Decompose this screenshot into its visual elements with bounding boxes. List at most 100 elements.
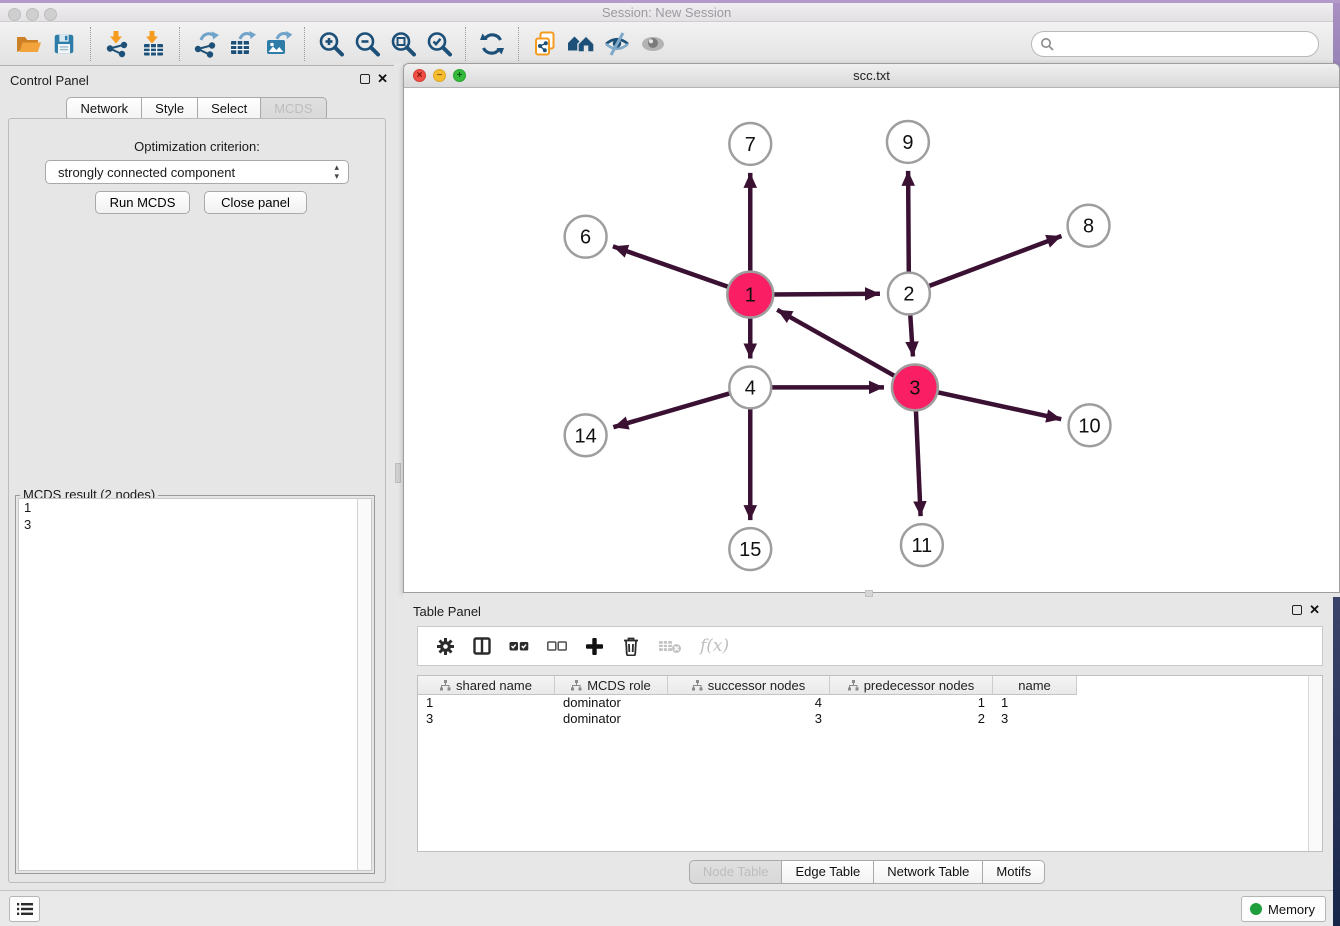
export-image-icon[interactable] xyxy=(260,26,296,62)
tab-motifs[interactable]: Motifs xyxy=(982,860,1045,884)
nested-network-icon[interactable] xyxy=(563,26,599,62)
open-session-icon[interactable] xyxy=(10,26,46,62)
graph-edge-2-3[interactable] xyxy=(910,313,913,357)
network-graph[interactable]: 7 9 6 8 1 2 4 3 14 10 15 11 xyxy=(404,88,1339,592)
hide-selected-icon[interactable] xyxy=(599,26,635,62)
close-panel-icon[interactable]: ✕ xyxy=(1309,602,1320,618)
table-cell[interactable]: 3 xyxy=(993,711,1077,727)
search-box[interactable] xyxy=(1031,31,1319,57)
column-type-icon xyxy=(692,680,703,691)
network-view-window: × − + scc.txt 7 9 6 8 1 2 4 3 14 10 15 11 xyxy=(403,63,1340,593)
graph-edge-3-1[interactable] xyxy=(777,310,896,377)
column-label: predecessor nodes xyxy=(864,678,975,693)
graph-edge-1-2[interactable] xyxy=(771,294,880,295)
splitter-handle[interactable] xyxy=(865,590,873,597)
mcds-result-list[interactable]: 13 xyxy=(18,498,372,871)
table-cell[interactable]: 1 xyxy=(993,695,1077,711)
result-scrollbar[interactable] xyxy=(357,499,371,870)
import-network-icon[interactable] xyxy=(99,26,135,62)
graph-node-8[interactable]: 8 xyxy=(1068,205,1110,247)
show-all-icon[interactable] xyxy=(635,26,671,62)
graph-node-14[interactable]: 14 xyxy=(565,414,607,456)
mcds-tab-content: Optimization criterion: strongly connect… xyxy=(8,118,386,883)
table-cell[interactable]: 4 xyxy=(668,695,830,711)
export-table-icon[interactable] xyxy=(224,26,260,62)
app-titlebar[interactable]: Session: New Session xyxy=(0,3,1333,22)
mcds-result-item[interactable]: 3 xyxy=(19,516,371,533)
column-header-shared-name[interactable]: shared name xyxy=(418,676,555,695)
graph-node-7[interactable]: 7 xyxy=(729,123,771,165)
export-network-icon[interactable] xyxy=(188,26,224,62)
tab-network-table[interactable]: Network Table xyxy=(873,860,983,884)
table-cell[interactable]: 3 xyxy=(418,711,555,727)
close-panel-button[interactable]: Close panel xyxy=(204,191,307,214)
column-label: successor nodes xyxy=(708,678,806,693)
table-cell[interactable]: 1 xyxy=(418,695,555,711)
zoom-fit-icon[interactable] xyxy=(385,26,421,62)
graph-edge-2-8[interactable] xyxy=(927,236,1062,287)
column-header-predecessor-nodes[interactable]: predecessor nodes xyxy=(830,676,993,695)
run-mcds-button[interactable]: Run MCDS xyxy=(95,191,190,214)
table-row[interactable]: 3dominator323 xyxy=(418,711,1322,727)
table-cell[interactable]: 2 xyxy=(830,711,993,727)
table-cell[interactable]: 3 xyxy=(668,711,830,727)
network-window-titlebar[interactable]: × − + scc.txt xyxy=(404,64,1339,88)
graph-edge-3-10[interactable] xyxy=(935,392,1061,419)
float-panel-icon[interactable] xyxy=(1292,605,1302,615)
close-panel-icon[interactable]: ✕ xyxy=(377,71,388,87)
task-history-button[interactable] xyxy=(9,896,40,922)
column-header-successor-nodes[interactable]: successor nodes xyxy=(668,676,830,695)
duplicate-network-icon[interactable] xyxy=(527,26,563,62)
table-cell[interactable]: dominator xyxy=(555,711,668,727)
column-header-mcds-role[interactable]: MCDS role xyxy=(555,676,668,695)
graph-node-15[interactable]: 15 xyxy=(729,528,771,570)
graph-edge-1-6[interactable] xyxy=(613,246,731,287)
graph-node-9[interactable]: 9 xyxy=(887,121,929,163)
graph-node-6[interactable]: 6 xyxy=(565,216,607,258)
search-input[interactable] xyxy=(1059,37,1310,52)
add-column-icon[interactable] xyxy=(585,637,604,656)
svg-text:8: 8 xyxy=(1083,216,1094,238)
show-columns-icon[interactable] xyxy=(473,637,491,655)
zoom-out-icon[interactable] xyxy=(349,26,385,62)
graph-node-1[interactable]: 1 xyxy=(727,272,773,318)
graph-node-2[interactable]: 2 xyxy=(888,273,930,315)
column-header-name[interactable]: name xyxy=(993,676,1077,695)
column-label: shared name xyxy=(456,678,532,693)
toolbar-separator xyxy=(465,27,466,61)
import-table-icon[interactable] xyxy=(135,26,171,62)
memory-button[interactable]: Memory xyxy=(1241,896,1326,922)
graph-edge-2-9[interactable] xyxy=(908,171,909,275)
table-cell[interactable]: 1 xyxy=(830,695,993,711)
delete-table-icon[interactable] xyxy=(658,637,682,655)
vertical-splitter[interactable] xyxy=(394,63,403,593)
float-panel-icon[interactable] xyxy=(360,74,370,84)
tab-node-table[interactable]: Node Table xyxy=(689,860,783,884)
table-scrollbar[interactable] xyxy=(1308,676,1322,851)
table-settings-icon[interactable] xyxy=(436,637,455,656)
graph-node-3[interactable]: 3 xyxy=(892,364,938,410)
delete-column-icon[interactable] xyxy=(622,636,640,656)
graph-edge-4-14[interactable] xyxy=(613,393,732,428)
network-canvas[interactable]: 7 9 6 8 1 2 4 3 14 10 15 11 xyxy=(404,88,1339,592)
save-session-icon[interactable] xyxy=(46,26,82,62)
toolbar-separator xyxy=(90,27,91,61)
zoom-selected-icon[interactable] xyxy=(421,26,457,62)
graph-edge-3-11[interactable] xyxy=(916,408,921,516)
optimization-criterion-select[interactable]: strongly connected component ▴▾ xyxy=(45,160,349,184)
deselect-all-icon[interactable] xyxy=(547,640,567,652)
refresh-view-icon[interactable] xyxy=(474,26,510,62)
table-row[interactable]: 1dominator411 xyxy=(418,695,1322,711)
table-cell[interactable]: dominator xyxy=(555,695,668,711)
tab-edge-table[interactable]: Edge Table xyxy=(781,860,874,884)
zoom-in-icon[interactable] xyxy=(313,26,349,62)
splitter-handle[interactable] xyxy=(395,463,401,483)
graph-node-10[interactable]: 10 xyxy=(1069,404,1111,446)
table-panel-title: Table Panel xyxy=(413,604,481,619)
mcds-result-item[interactable]: 1 xyxy=(19,499,371,516)
graph-node-4[interactable]: 4 xyxy=(729,366,771,408)
table-header-row: shared name MCDS role successor nodes prede… xyxy=(418,676,1322,695)
select-all-icon[interactable] xyxy=(509,640,529,652)
memory-label: Memory xyxy=(1268,902,1315,917)
graph-node-11[interactable]: 11 xyxy=(901,524,943,566)
